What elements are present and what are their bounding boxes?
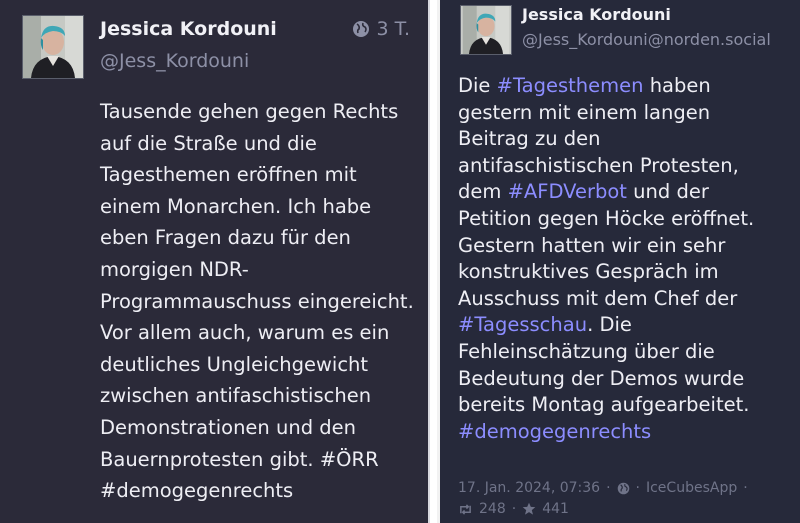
text-segment: Demonstrationen und den xyxy=(100,415,357,439)
text-line: bereits Montag aufgearbeitet. xyxy=(458,392,798,419)
post-content: Tausende gehen gegen Rechts auf die Straß… xyxy=(100,96,420,507)
text-segment: gestern mit einem langen xyxy=(458,100,711,124)
separator: · xyxy=(606,480,611,496)
text-segment: antifaschistischen Protesten, xyxy=(458,153,739,177)
text-line: Programmauschuss eingereicht. xyxy=(100,286,420,318)
text-segment: dem xyxy=(458,180,508,204)
text-line: gestern mit einem langen xyxy=(458,100,798,127)
text-segment: Fehleinschätzung über die xyxy=(458,339,715,363)
text-line: Tausende gehen gegen Rechts xyxy=(100,96,420,128)
text-line: Beitrag zu den xyxy=(458,126,798,153)
text-line: morgigen NDR- xyxy=(100,254,420,286)
text-segment: zwischen antifaschistischen xyxy=(100,384,372,408)
text-line: einem Monarchen. Ich habe xyxy=(100,191,420,223)
text-line: Bedeutung der Demos wurde xyxy=(458,366,798,393)
post-date[interactable]: 17. Jan. 2024, 07:36 xyxy=(458,480,600,496)
text-line: eben Fragen dazu für den xyxy=(100,222,420,254)
globe-icon xyxy=(617,482,629,494)
text-line: Bauernprotesten gibt. #ÖRR xyxy=(100,444,420,476)
right-post-card[interactable]: Jessica Kordouni @Jess_Kordouni@norden.s… xyxy=(437,0,800,523)
text-line: auf die Straße und die xyxy=(100,128,420,160)
text-line: konstruktives Gespräch im xyxy=(458,259,798,286)
text-segment: Programmauschuss eingereicht. xyxy=(100,289,414,313)
post-content: Die #Tagesthemen haben gestern mit einem … xyxy=(458,73,798,445)
text-segment: deutliches Ungleichgewicht xyxy=(100,352,369,376)
hashtag-link[interactable]: #demogegenrechts xyxy=(458,420,651,443)
text-line: dem #AFDVerbot und der xyxy=(458,179,798,206)
text-segment: Gestern hatten wir ein sehr xyxy=(458,233,726,257)
text-segment: morgigen NDR- xyxy=(100,257,249,281)
time-ago: 3 T. xyxy=(376,18,410,40)
text-line: Vor allem auch, warum es ein xyxy=(100,317,420,349)
text-segment: Ausschuss mit dem Chef der xyxy=(458,286,738,310)
avatar[interactable] xyxy=(460,5,512,55)
text-line: Gestern hatten wir ein sehr xyxy=(458,233,798,260)
hashtag-link[interactable]: #Tagesschau xyxy=(458,313,587,336)
text-segment: und der xyxy=(626,180,709,204)
text-segment: eben Fragen dazu für den xyxy=(100,226,351,250)
text-line: #demogegenrechts xyxy=(458,419,798,446)
author-handle[interactable]: @Jess_Kordouni@norden.social xyxy=(522,30,771,49)
author-name[interactable]: Jessica Kordouni xyxy=(100,18,277,40)
text-line: deutliches Ungleichgewicht xyxy=(100,349,420,381)
separator: · xyxy=(743,480,748,496)
post-meta: 17. Jan. 2024, 07:36 · · IceCubesApp · xyxy=(458,480,748,496)
text-segment: . Die xyxy=(587,313,632,337)
text-segment: Tausende gehen gegen Rechts xyxy=(100,100,399,123)
text-line: antifaschistischen Protesten, xyxy=(458,153,798,180)
text-line: #demogegenrechts xyxy=(100,475,420,507)
hashtag-link[interactable]: #Tagesthemen xyxy=(497,74,644,97)
text-segment: einem Monarchen. Ich habe xyxy=(100,194,372,218)
text-segment: Beitrag zu den xyxy=(458,127,601,151)
avatar-photo xyxy=(462,6,510,54)
text-segment: Bauernprotesten gibt. #ÖRR xyxy=(100,447,379,471)
favourite-count: 441 xyxy=(542,501,569,517)
text-segment: Vor allem auch, warum es ein xyxy=(100,321,390,345)
boost-icon[interactable] xyxy=(458,503,473,516)
separator: · xyxy=(511,501,517,517)
text-segment: Petition gegen Höcke eröffnet. xyxy=(458,206,755,230)
text-line: #Tagesschau. Die xyxy=(458,312,798,339)
hashtag-link[interactable]: #AFDVerbot xyxy=(508,180,627,203)
author-name[interactable]: Jessica Kordouni xyxy=(522,5,671,24)
text-line: Demonstrationen und den xyxy=(100,412,420,444)
text-segment: auf die Straße und die xyxy=(100,131,317,155)
star-icon[interactable] xyxy=(522,502,536,516)
text-segment: bereits Montag aufgearbeitet. xyxy=(458,393,750,417)
author-handle[interactable]: @Jess_Kordouni xyxy=(100,50,249,72)
text-segment: Die xyxy=(458,74,497,97)
text-line: Ausschuss mit dem Chef der xyxy=(458,286,798,313)
globe-icon xyxy=(353,21,370,37)
post-time[interactable]: 3 T. xyxy=(352,18,410,40)
text-segment: Tagesthemen eröffnen mit xyxy=(100,163,357,187)
post-stats: 248 · 441 xyxy=(458,501,569,517)
text-line: Die #Tagesthemen haben xyxy=(458,73,798,100)
text-segment: Bedeutung der Demos wurde xyxy=(458,366,745,390)
text-line: Tagesthemen eröffnen mit xyxy=(100,159,420,191)
text-line: Petition gegen Höcke eröffnet. xyxy=(458,206,798,233)
text-segment: haben xyxy=(643,74,711,97)
text-segment: konstruktives Gespräch im xyxy=(458,260,719,284)
text-line: Fehleinschätzung über die xyxy=(458,339,798,366)
text-segment: #demogegenrechts xyxy=(100,479,294,503)
avatar-photo xyxy=(23,16,83,78)
separator: · xyxy=(635,480,640,496)
avatar[interactable] xyxy=(22,15,84,79)
client-app[interactable]: IceCubesApp xyxy=(646,480,737,496)
text-line: zwischen antifaschistischen xyxy=(100,380,420,412)
boost-count: 248 xyxy=(479,501,506,517)
left-post-card[interactable]: Jessica Kordouni @Jess_Kordouni 3 T. Tau… xyxy=(0,0,430,523)
